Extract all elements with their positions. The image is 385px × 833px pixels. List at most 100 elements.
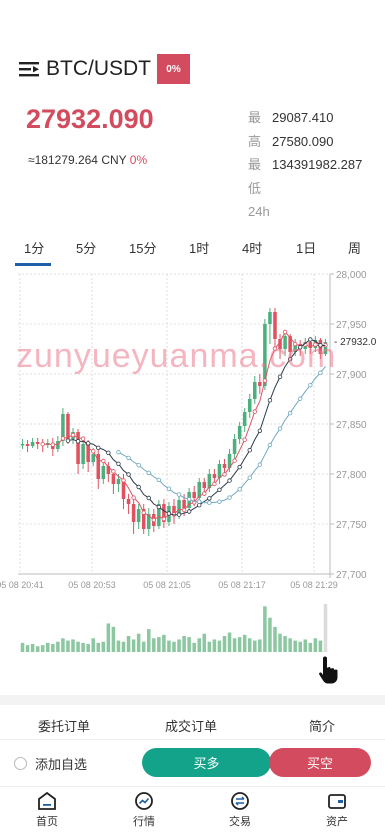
tab-1hour[interactable]: 1时 (189, 238, 209, 257)
ma-point (217, 499, 222, 504)
ma-point (267, 397, 273, 403)
ma-point (40, 441, 45, 447)
nav-market[interactable]: 行情 (114, 791, 174, 829)
buy-short-button[interactable]: 买空 (269, 748, 371, 777)
ma-point (298, 396, 303, 401)
candle-body (192, 492, 196, 498)
volume-bar (66, 640, 70, 652)
volume-bar (86, 644, 90, 652)
volume-bar (242, 634, 247, 652)
volume-bar (167, 640, 171, 652)
nav-market-label: 行情 (133, 816, 155, 828)
candle-body (81, 444, 85, 464)
volume-bar (177, 639, 181, 652)
menu-icon[interactable] (18, 58, 40, 80)
ma-point (146, 495, 151, 501)
candle-body (116, 479, 121, 484)
volume-bar (323, 604, 328, 652)
volume-bar (71, 639, 75, 652)
volume-bar (313, 638, 318, 652)
ma-point (207, 496, 212, 501)
ma-point (176, 492, 182, 497)
wallet-icon (328, 794, 346, 809)
favorite-radio-icon[interactable] (14, 757, 27, 770)
volume-bar (76, 641, 80, 652)
volume-bar (146, 629, 151, 652)
ma-point (217, 487, 222, 492)
ma-point (197, 502, 202, 508)
ma-point (116, 450, 121, 455)
tab-week[interactable]: 周 (348, 238, 361, 257)
ma-point (247, 447, 252, 453)
change-badge: 0% (157, 54, 190, 84)
volume-bar (268, 617, 272, 652)
ma-point (161, 516, 167, 522)
volume-bar (293, 640, 297, 652)
candle-body (91, 454, 95, 462)
volume-bar (25, 645, 30, 652)
nav-home[interactable]: 首页 (17, 791, 77, 829)
stats-labels: 最高 最低 24h (248, 106, 270, 224)
volume-bar (227, 632, 232, 652)
tab-5min[interactable]: 5分 (76, 238, 96, 257)
candle-body (232, 439, 237, 454)
bottom-nav: 首页 行情 交易 资产 (0, 786, 385, 833)
tab-1min[interactable]: 1分 (24, 238, 44, 257)
stat-label-low: 最低 (248, 157, 262, 196)
y-tick-label: 27,800 (336, 470, 367, 481)
ma-point (242, 437, 247, 442)
candle-body (101, 466, 106, 479)
candle-body (35, 442, 40, 444)
ma-point (121, 478, 126, 483)
candle-body (136, 509, 141, 522)
ma-point (207, 500, 212, 505)
volume-bar (308, 642, 313, 652)
volume-bar (187, 637, 191, 652)
volume-bar (157, 637, 161, 652)
trading-page: BTC/USDT 0% 27932.090 ≈181279.264 CNY 0%… (0, 0, 385, 833)
tab-1day[interactable]: 1日 (296, 238, 316, 257)
volume-bar (81, 642, 85, 652)
pair-header[interactable]: BTC/USDT 0% (18, 54, 190, 84)
volume-bar (253, 640, 257, 652)
ma-point (181, 507, 187, 513)
add-favorite[interactable]: 添加自选 (14, 754, 87, 773)
buy-long-button[interactable]: 买多 (142, 748, 271, 777)
tab-filled-orders[interactable]: 成交订单 (165, 716, 217, 735)
candle-body (131, 504, 136, 522)
ma-point (156, 504, 162, 510)
y-tick-label: 27,750 (336, 520, 367, 531)
candle-body (25, 444, 30, 446)
ma-point (267, 442, 273, 448)
volume-bar (202, 633, 207, 652)
y-tick-label: 27,850 (336, 420, 367, 431)
volume-bar (263, 606, 267, 652)
volume-bar (212, 639, 217, 652)
volume-bar (288, 638, 292, 652)
market-icon (135, 792, 153, 810)
order-tabs: 委托订单 成交订单 简介 (0, 705, 385, 740)
ma-point (116, 461, 121, 466)
cny-change: 0% (129, 153, 148, 167)
hand-pointer-icon[interactable] (316, 654, 342, 686)
ma-point (237, 464, 242, 470)
candle-body (182, 500, 186, 508)
tab-open-orders[interactable]: 委托订单 (38, 716, 90, 735)
x-tick-label: 05 08 20:41 (0, 580, 44, 590)
kline-chart[interactable]: 28,000 27,950 27,900 27,850 27,800 27,750 27,7… (0, 266, 385, 696)
kline-chart-svg[interactable]: 28,000 27,950 27,900 27,850 27,800 27,750 27,7… (0, 266, 385, 696)
tab-intro[interactable]: 简介 (309, 716, 335, 735)
tab-4hour[interactable]: 4时 (242, 238, 262, 257)
volume-bar (182, 636, 186, 652)
ma-point (146, 470, 151, 476)
ma-point (60, 436, 66, 441)
nav-home-label: 首页 (36, 816, 58, 828)
ma-point (227, 495, 232, 500)
nav-trade[interactable]: 交易 (210, 791, 270, 829)
nav-assets[interactable]: 资产 (307, 791, 367, 829)
stats-values: 29087.410 27580.090 134391982.287 (272, 106, 362, 177)
ma-point (247, 475, 252, 480)
tab-15min[interactable]: 15分 (129, 238, 156, 257)
volume-bar (278, 633, 282, 652)
ma-point (237, 487, 242, 492)
